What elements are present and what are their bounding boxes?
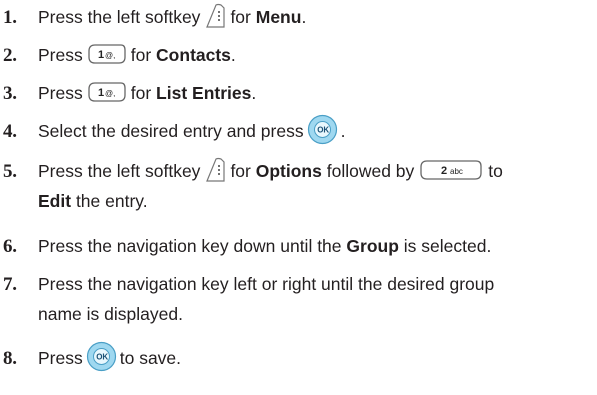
svg-text:OK: OK xyxy=(317,125,329,134)
step-number: 2. xyxy=(3,45,17,66)
step-number: 7. xyxy=(3,274,17,295)
contacts-term: Contacts xyxy=(156,45,231,65)
step-number: 5. xyxy=(3,161,17,182)
svg-text:abc: abc xyxy=(450,167,463,176)
group-term: Group xyxy=(346,236,399,256)
step-number: 4. xyxy=(3,121,17,142)
step-text: Select the desired entry and press OK . xyxy=(38,113,593,149)
step-text: Press the left softkey for Menu. xyxy=(38,0,593,35)
step-text-cont: Edit the entry. xyxy=(38,191,148,211)
ok-button-icon: OK xyxy=(86,341,117,372)
edit-term: Edit xyxy=(38,191,72,211)
step-number: 6. xyxy=(3,236,17,257)
left-softkey-icon xyxy=(204,157,226,183)
step-text-cont: name is displayed. xyxy=(38,304,183,324)
menu-term: Menu xyxy=(255,7,302,27)
svg-text:@,: @, xyxy=(105,89,115,98)
svg-text:2: 2 xyxy=(441,165,447,177)
step-number: 1. xyxy=(3,7,17,28)
svg-text:1: 1 xyxy=(98,49,104,61)
step-text: Press OK to save. xyxy=(38,340,593,376)
key-1-icon: 1 @, xyxy=(87,81,127,103)
svg-text:@,: @, xyxy=(105,51,115,60)
step-number: 8. xyxy=(3,348,17,369)
ok-button-icon: OK xyxy=(307,114,338,145)
step-text: Press 1 @, for List Entries. xyxy=(38,81,257,103)
svg-text:OK: OK xyxy=(96,352,108,361)
step-number: 3. xyxy=(3,83,17,104)
svg-text:1: 1 xyxy=(98,87,104,99)
left-softkey-icon xyxy=(204,3,226,29)
options-term: Options xyxy=(255,161,322,181)
step-text: Press 1 @, for Contacts. xyxy=(38,43,236,65)
key-2-icon: 2 abc xyxy=(418,159,484,181)
key-1-icon: 1 @, xyxy=(87,43,127,65)
step-text: Press the navigation key down until the … xyxy=(38,236,492,256)
list-entries-term: List Entries xyxy=(156,83,252,103)
